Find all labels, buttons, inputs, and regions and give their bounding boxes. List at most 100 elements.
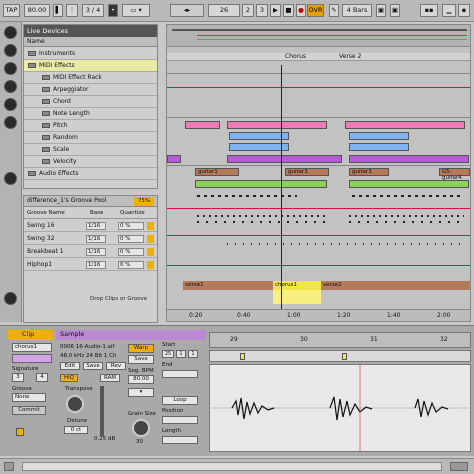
- bpm-field[interactable]: 80.00: [128, 375, 154, 384]
- clip[interactable]: [349, 143, 409, 151]
- groove-quantize[interactable]: 0 %: [118, 235, 144, 243]
- detune-field[interactable]: 0 ct: [64, 426, 88, 434]
- draw-icon[interactable]: ✎: [329, 4, 339, 17]
- groove-select[interactable]: None: [12, 393, 46, 402]
- warp-mode-select[interactable]: ▾: [128, 388, 154, 397]
- commit-button[interactable]: Commit: [12, 406, 46, 415]
- gain-slider[interactable]: [100, 386, 104, 436]
- stop-icon[interactable]: ■: [283, 4, 294, 17]
- warp-button[interactable]: Warp: [128, 344, 154, 353]
- groove-row[interactable]: Breakbeat 1 1/16 0 %: [24, 246, 157, 258]
- tap-button[interactable]: TAP: [3, 4, 20, 17]
- browser-item[interactable]: Pitch: [24, 120, 157, 132]
- groove-base[interactable]: 1/16: [86, 261, 106, 269]
- clip[interactable]: [227, 121, 327, 129]
- hiq-button[interactable]: HiQ: [60, 374, 78, 382]
- grain-size-knob[interactable]: [132, 419, 150, 437]
- clip[interactable]: [349, 155, 469, 163]
- clip[interactable]: [345, 121, 465, 129]
- transpose-knob[interactable]: [66, 395, 84, 413]
- groove-row[interactable]: Swing 16 1/16 0 %: [24, 220, 157, 232]
- folder3-icon[interactable]: [4, 116, 17, 129]
- loop-button[interactable]: Loop: [162, 396, 198, 405]
- browser-toggle-icon[interactable]: [4, 26, 17, 39]
- clip[interactable]: [185, 121, 220, 129]
- browser-item[interactable]: Instruments: [24, 48, 157, 60]
- browser-item[interactable]: Note Length: [24, 108, 157, 120]
- warp-marker[interactable]: [342, 353, 347, 360]
- ram-button[interactable]: RAM: [100, 374, 120, 382]
- sample-ruler[interactable]: 29 30 31 32: [209, 332, 471, 348]
- folder2-icon[interactable]: [4, 98, 17, 111]
- groove-row[interactable]: Hiphop1 1/16 0 %: [24, 259, 157, 271]
- clip[interactable]: [349, 180, 469, 188]
- browser-item[interactable]: Scale: [24, 144, 157, 156]
- clip[interactable]: [167, 155, 181, 163]
- rev-button[interactable]: Rev: [106, 362, 126, 370]
- clip[interactable]: [229, 132, 289, 140]
- position-field[interactable]: [162, 416, 198, 424]
- hotswap-icon[interactable]: [4, 172, 17, 185]
- loop-menu[interactable]: ▭ ▾: [122, 4, 150, 17]
- marker-chorus[interactable]: Chorus: [285, 53, 306, 60]
- edit-button[interactable]: Edit: [60, 362, 80, 370]
- groove-base[interactable]: 1/16: [86, 235, 106, 243]
- key-map-icon[interactable]: ▣: [390, 4, 400, 17]
- overview-strip[interactable]: [167, 25, 470, 47]
- sig-denominator[interactable]: 4: [36, 373, 48, 382]
- sample-waveform[interactable]: [209, 364, 471, 452]
- end-field[interactable]: [162, 370, 198, 378]
- clip-name-field[interactable]: chorus1: [12, 343, 52, 352]
- save-warp-button[interactable]: Save: [128, 355, 154, 364]
- clip-guitar1[interactable]: guitar1: [195, 168, 239, 176]
- save-button[interactable]: Save: [83, 362, 103, 370]
- clip[interactable]: [195, 180, 327, 188]
- browser-item[interactable]: MIDI Effects: [24, 60, 157, 72]
- folder1-icon[interactable]: [4, 80, 17, 93]
- start-bar[interactable]: 25: [162, 350, 174, 358]
- sig-numerator[interactable]: 3: [12, 373, 24, 382]
- groove-quantize[interactable]: 0 %: [118, 248, 144, 256]
- quantize-icon[interactable]: •: [108, 4, 118, 17]
- groove-quantize[interactable]: 0 %: [118, 222, 144, 230]
- clip-verse2[interactable]: verse2: [321, 281, 470, 290]
- position-bar[interactable]: 26: [208, 4, 240, 17]
- browser-item[interactable]: Arpeggiator: [24, 84, 157, 96]
- browser-item[interactable]: MIDI Effect Rack: [24, 72, 157, 84]
- arrangement-view[interactable]: Chorus Verse 2 guitar1 guitar3 guitar3 G…: [166, 24, 471, 322]
- clip[interactable]: [227, 155, 342, 163]
- groove-base[interactable]: 1/16: [86, 222, 106, 230]
- nudge-icon[interactable]: ⋮: [66, 4, 78, 17]
- clip-guitar3b[interactable]: guitar3: [349, 168, 389, 176]
- play-icon[interactable]: ▶: [270, 4, 281, 17]
- groove-pool-icon[interactable]: [4, 292, 17, 305]
- clip-g5-guitar4[interactable]: G5-guitar4: [439, 168, 470, 181]
- start-beat[interactable]: 1: [176, 350, 186, 358]
- browser-item[interactable]: Random: [24, 132, 157, 144]
- clip-verse1[interactable]: verse1: [183, 281, 273, 290]
- quantize-menu[interactable]: 4 Bars: [342, 4, 372, 17]
- browser-item[interactable]: Velocity: [24, 156, 157, 168]
- browser-item[interactable]: Audio Effects: [24, 168, 157, 180]
- length-field[interactable]: [162, 436, 198, 444]
- follow-button[interactable]: ◂▸: [170, 4, 204, 17]
- metronome-icon[interactable]: ▌: [53, 4, 63, 17]
- clip-view-toggle[interactable]: [450, 462, 468, 471]
- devices-icon[interactable]: [4, 44, 17, 57]
- overdub-button[interactable]: OVR: [307, 4, 324, 17]
- start-sixteenth[interactable]: 1: [188, 350, 198, 358]
- record-icon[interactable]: ●: [296, 4, 306, 17]
- plugins-icon[interactable]: [4, 62, 17, 75]
- groove-base[interactable]: 1/16: [86, 248, 106, 256]
- clip[interactable]: [229, 143, 289, 151]
- groove-quantize[interactable]: 0 %: [118, 261, 144, 269]
- info-view-toggle[interactable]: [4, 462, 14, 471]
- groove-row[interactable]: Swing 32 1/16 0 %: [24, 233, 157, 245]
- clip-guitar3[interactable]: guitar3: [285, 168, 329, 176]
- computer-midi-icon[interactable]: ▣: [376, 4, 386, 17]
- position-beat[interactable]: 2: [242, 4, 254, 17]
- position-sixteenth[interactable]: 3: [256, 4, 268, 17]
- time-ruler[interactable]: 0:20 0:40 1:00 1:20 1:40 2:00: [167, 309, 470, 321]
- signature-field[interactable]: 3 / 4: [82, 4, 104, 17]
- warp-marker-lane[interactable]: [209, 350, 471, 362]
